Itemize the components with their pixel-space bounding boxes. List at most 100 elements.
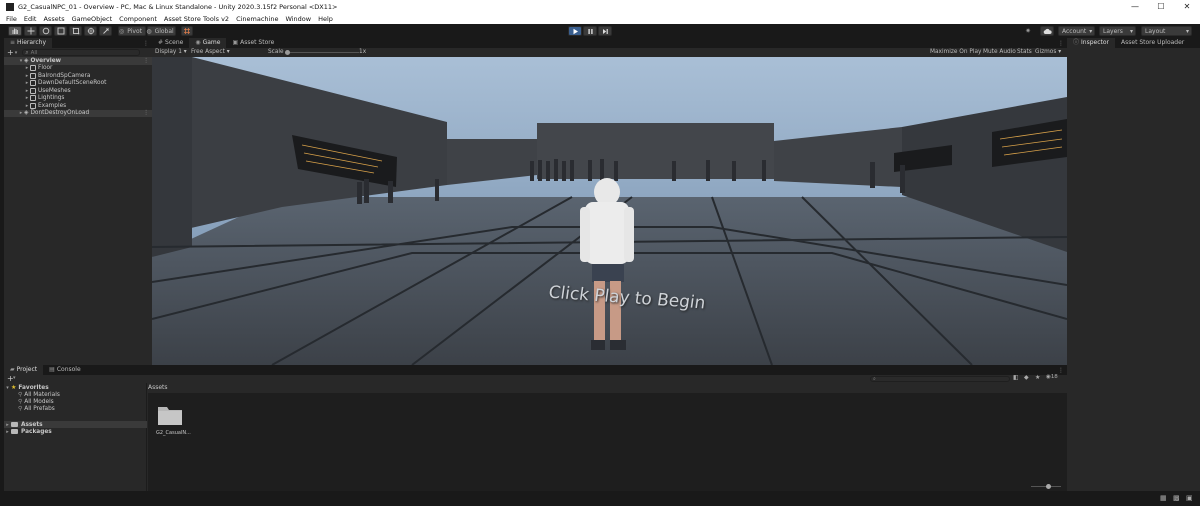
mute-audio-toggle[interactable]: Mute Audio [983,49,1016,55]
add-icon[interactable]: + [7,48,14,57]
tab-asset-store-uploader[interactable]: Asset Store Uploader [1115,38,1190,48]
layers-dropdown[interactable]: Layers ▾ [1099,26,1136,36]
rect-tool-button[interactable] [69,26,82,36]
collapsed-icon[interactable]: ▸ [4,429,11,435]
favorites-item[interactable]: ⚲ All Models [4,398,147,405]
grid-snapping-button[interactable] [181,26,193,36]
hidden-packages-toggle[interactable]: ◉18 [1046,374,1058,380]
menu-help[interactable]: Help [318,15,333,23]
folder-icon [11,429,18,434]
transform-tool-button[interactable] [84,26,97,36]
menu-component[interactable]: Component [119,15,157,23]
hierarchy-root-overview[interactable]: ▾ ◈ Overview ⋮ [4,57,152,65]
chevron-down-icon: ▾ [1058,49,1062,55]
hidden-count: 18 [1050,374,1058,380]
gameobject-icon [30,65,36,72]
menu-window[interactable]: Window [285,15,311,23]
filter-type-icon[interactable]: ◧ [1013,374,1019,381]
hierarchy-search-input[interactable]: ⌕ All [22,49,141,56]
search-item-icon: ⚲ [18,398,23,405]
favorite-icon[interactable]: ★ [1035,374,1040,381]
hierarchy-root-dontdestroy[interactable]: ▸ ◈ DontDestroyOnLoad ⋮ [4,109,152,117]
gizmos-dropdown[interactable]: Gizmos ▾ [1035,49,1061,55]
scale-slider-track[interactable] [285,51,359,53]
maximize-button[interactable]: ☐ [1148,2,1174,11]
hand-tool-button[interactable] [8,26,22,36]
favorites-header[interactable]: ▾ ★ Favorites [4,384,147,391]
collab-button[interactable]: ✷ [1021,26,1035,36]
tab-console[interactable]: ▤ Console [43,365,87,375]
pause-button[interactable] [583,26,597,36]
scene-menu-icon[interactable]: ⋮ [143,58,149,64]
auto-generate-lighting-icon[interactable]: ▣ [1186,494,1193,502]
cache-server-icon[interactable]: ▩ [1173,494,1180,502]
hierarchy-item-label: BalrondSpCamera [38,72,91,79]
pivot-toggle[interactable]: ◎ Pivot [118,26,146,36]
folder-packages[interactable]: ▸ Packages [4,428,147,435]
folder-packages-label: Packages [21,428,52,435]
global-toggle[interactable]: ◍ Global [146,26,176,36]
filter-label-icon[interactable]: ◆ [1024,374,1029,381]
favorites-item[interactable]: ⚲ All Materials [4,391,147,398]
menu-asset-store-tools[interactable]: Asset Store Tools v2 [164,15,229,23]
collapsed-icon[interactable]: ▸ [4,422,11,428]
menu-gameobject[interactable]: GameObject [72,15,113,23]
stats-toggle[interactable]: Stats [1017,49,1032,55]
account-dropdown[interactable]: Account ▾ [1058,26,1095,36]
scene-menu-icon[interactable]: ⋮ [143,110,149,116]
scale-slider-handle[interactable] [285,49,290,55]
move-icon [27,27,34,35]
layout-dropdown[interactable]: Layout ▾ [1141,26,1192,36]
progress-icon[interactable]: ▦ [1160,494,1167,502]
tab-asset-store[interactable]: ▣ Asset Store [226,38,280,48]
tab-menu-icon[interactable]: ⋮ [1058,40,1064,47]
close-button[interactable]: ✕ [1174,2,1200,11]
play-icon [573,28,578,34]
minimize-button[interactable]: — [1122,2,1148,11]
add-dropdown-icon[interactable]: ▾ [13,375,16,381]
rotate-tool-button[interactable] [39,26,52,36]
menu-assets[interactable]: Assets [43,15,64,23]
tab-inspector[interactable]: ⓘ Inspector [1067,38,1116,48]
search-filter-label: All [30,49,38,56]
menu-edit[interactable]: Edit [24,15,37,23]
breadcrumb[interactable]: Assets [148,384,168,391]
aspect-dropdown[interactable]: Free Aspect ▾ [191,49,230,55]
move-tool-button[interactable] [24,26,37,36]
scale-value: 1x [359,49,367,55]
hierarchy-root-label: Overview [30,57,62,64]
folder-icon [11,422,18,427]
game-viewport[interactable]: Click Play to Begin [152,57,1067,365]
hierarchy-item[interactable]: ▸ DawnDefaultSceneRoot [4,80,152,88]
tab-menu-icon[interactable]: ⋮ [143,40,149,47]
play-button[interactable] [568,26,582,36]
hierarchy-item[interactable]: ▸ Examples [4,102,152,110]
step-button[interactable] [598,26,612,36]
custom-tool-button[interactable] [99,26,112,36]
chevron-down-icon: ▾ [1129,27,1133,35]
display-dropdown[interactable]: Display 1 ▾ [155,49,187,55]
project-search-input[interactable]: ⌕ [870,376,1010,382]
cloud-button[interactable] [1040,26,1054,36]
tab-hierarchy[interactable]: ≡ Hierarchy [4,38,53,48]
menu-file[interactable]: File [6,15,17,23]
hierarchy-item[interactable]: ▸ Lightings [4,95,152,103]
tab-scene[interactable]: # Scene [152,38,189,48]
hierarchy-item[interactable]: ▸ BalrondSpCamera [4,72,152,80]
tab-game[interactable]: ◉ Game [189,38,227,48]
menu-cinemachine[interactable]: Cinemachine [236,15,278,23]
hierarchy-item[interactable]: ▸ UseMeshes [4,87,152,95]
zoom-slider-handle[interactable] [1046,484,1051,489]
folder-assets[interactable]: ▸ Assets [4,421,147,428]
maximize-on-play-toggle[interactable]: Maximize On Play [930,49,981,55]
scale-tool-button[interactable] [54,26,67,36]
asset-folder-item[interactable]: G2_CasualN... [156,403,191,436]
expand-icon[interactable]: ▾ [4,385,11,391]
tab-asset-store-label: Asset Store [240,39,275,46]
hierarchy-item[interactable]: ▸ Floor [4,65,152,73]
asset-folder-label: G2_CasualN... [156,430,191,436]
rect-tool-icon [72,27,79,35]
add-dropdown-icon[interactable]: ▾ [15,50,18,56]
favorites-item[interactable]: ⚲ All Prefabs [4,405,147,412]
tab-menu-icon[interactable]: ⋮ [1058,367,1064,374]
